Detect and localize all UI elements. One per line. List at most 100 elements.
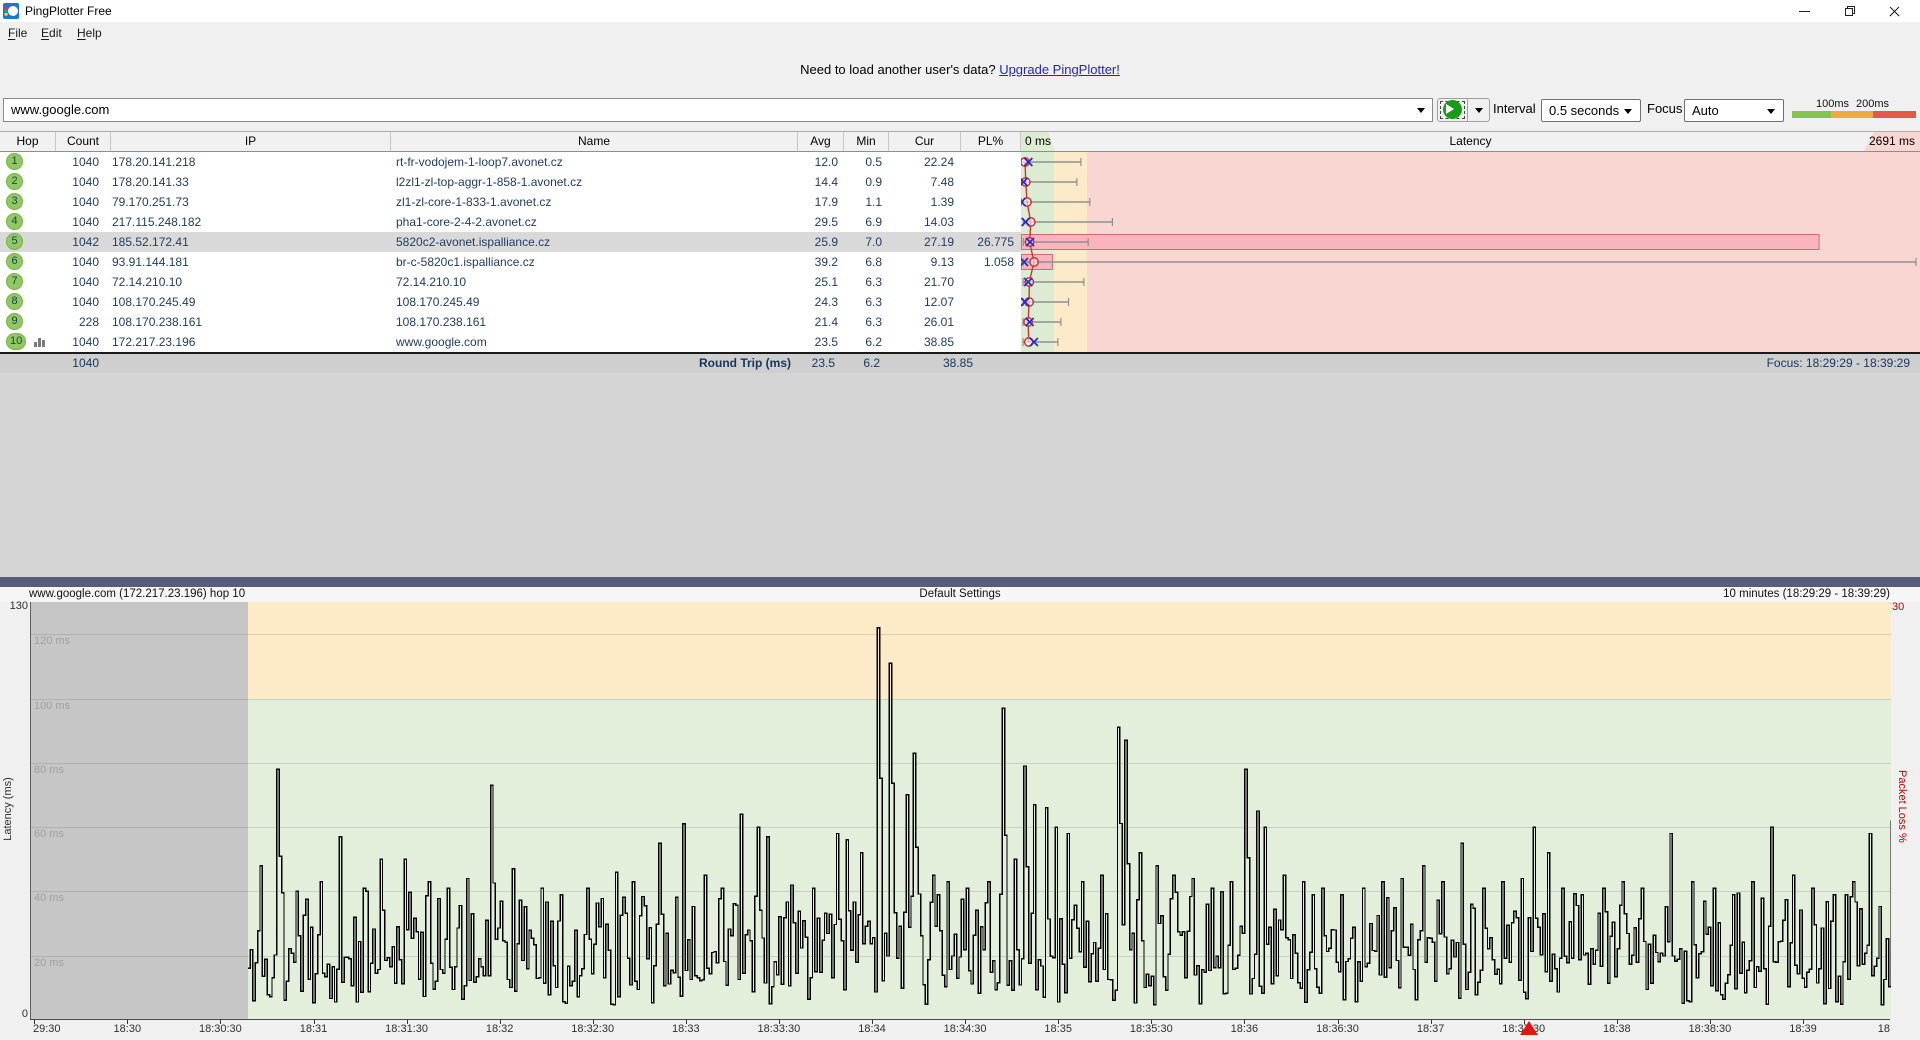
focus-marker-icon[interactable] — [1520, 1021, 1538, 1035]
column-header-name[interactable]: Name — [391, 132, 798, 151]
focus-combobox[interactable]: Auto — [1684, 99, 1784, 122]
focus-label: Focus — [1647, 101, 1682, 116]
y-axis-min-label: 0 — [0, 1008, 28, 1020]
timeline-header: www.google.com (172.217.23.196) hop 10 D… — [0, 587, 1920, 602]
time-label: 18:37 — [1417, 1023, 1445, 1035]
legend-amber-swatch — [1831, 111, 1873, 118]
hop-number-badge: 7 — [6, 273, 23, 290]
time-label: 18:32:30 — [571, 1023, 614, 1035]
time-label: 18:38 — [1603, 1023, 1631, 1035]
restore-button[interactable] — [1827, 0, 1872, 22]
app-logo-icon — [3, 3, 19, 19]
column-header-hop[interactable]: Hop — [0, 132, 56, 151]
timeline-target-label: www.google.com (172.217.23.196) hop 10 — [29, 587, 245, 602]
legend-200ms-label: 200ms — [1856, 98, 1889, 110]
interval-label: Interval — [1493, 101, 1536, 116]
summary-min: 6.2 — [842, 354, 880, 373]
time-label: 18:34:30 — [944, 1023, 987, 1035]
time-label: 18 — [1878, 1023, 1890, 1035]
interval-dropdown-icon — [1624, 109, 1632, 114]
gridline — [31, 891, 1891, 892]
average-marker-icon — [1024, 318, 1032, 326]
address-dropdown-icon[interactable] — [1417, 108, 1425, 113]
menu-help[interactable]: Help — [71, 22, 108, 45]
pane-splitter[interactable] — [0, 577, 1920, 587]
hop-number-badge: 10 — [6, 333, 26, 350]
timeline-plot[interactable]: 120 ms100 ms80 ms60 ms40 ms20 ms — [30, 602, 1890, 1020]
window-title: PingPlotter Free — [25, 0, 112, 22]
gridline-label: 80 ms — [34, 764, 64, 776]
packet-loss-bar — [1022, 235, 1820, 250]
target-address-combobox[interactable]: www.google.com — [3, 98, 1433, 122]
time-label: 18:31:30 — [385, 1023, 428, 1035]
y-axis-title: Latency (ms) — [2, 774, 14, 844]
gridline-label: 40 ms — [34, 892, 64, 904]
hop-number-badge: 4 — [6, 213, 23, 230]
summary-count: 1040 — [56, 354, 99, 373]
menu-file[interactable]: File — [2, 22, 33, 45]
gridline — [31, 827, 1891, 828]
upgrade-link[interactable]: Upgrade PingPlotter! — [999, 62, 1120, 77]
time-label: 18:39 — [1789, 1023, 1817, 1035]
time-label: 18:30:30 — [199, 1023, 242, 1035]
time-axis: 29:3018:3018:30:3018:3118:31:3018:3218:3… — [0, 1020, 1920, 1040]
trace-control-split-button — [1437, 98, 1490, 122]
latency-color-legend — [1792, 111, 1916, 118]
column-header-cur[interactable]: Cur — [889, 132, 961, 151]
menu-edit[interactable]: Edit — [35, 22, 68, 45]
timeline-window-label: 10 minutes (18:29:29 - 18:39:29) — [1723, 587, 1890, 602]
round-trip-label: Round Trip (ms) — [640, 354, 791, 373]
column-header-count[interactable]: Count — [56, 132, 111, 151]
time-label: 18:38:30 — [1688, 1023, 1731, 1035]
upgrade-banner-text: Need to load another user's data? — [800, 62, 999, 77]
chevron-down-icon — [1475, 108, 1483, 113]
focus-range-label: Focus: 18:29:29 - 18:39:29 — [1610, 354, 1910, 373]
latency-step-line — [248, 628, 1891, 1005]
time-label: 18:31 — [300, 1023, 328, 1035]
hop-number-badge: 1 — [6, 153, 23, 170]
time-label: 18:33:30 — [757, 1023, 800, 1035]
gridline — [31, 634, 1891, 635]
time-label: 18:36 — [1231, 1023, 1259, 1035]
trace-table-header: Hop Count IP Name Avg Min Cur PL% 0 ms L… — [0, 131, 1920, 152]
time-label: 18:32 — [486, 1023, 514, 1035]
upgrade-banner: Need to load another user's data? Upgrad… — [0, 62, 1920, 80]
start-trace-button[interactable] — [1438, 99, 1468, 121]
minimize-button[interactable] — [1782, 0, 1827, 22]
latency-column-title: Latency — [1021, 132, 1920, 151]
column-header-avg[interactable]: Avg — [798, 132, 844, 151]
hop-number-badge: 6 — [6, 253, 23, 270]
latency-scale-max-label: 2691 ms — [1869, 132, 1915, 151]
trace-options-dropdown[interactable] — [1469, 99, 1490, 121]
interval-value: 0.5 seconds — [1549, 103, 1619, 118]
legend-red-swatch — [1873, 111, 1916, 118]
round-trip-summary-row: 1040 Round Trip (ms) 23.5 6.2 38.85 Focu… — [0, 352, 1920, 373]
time-label: 18:35 — [1044, 1023, 1072, 1035]
average-marker-icon — [1030, 258, 1038, 266]
gridline-label: 20 ms — [34, 957, 64, 969]
time-label: 18:36:30 — [1316, 1023, 1359, 1035]
play-triangle-icon — [1446, 104, 1454, 114]
interval-combobox[interactable]: 0.5 seconds — [1541, 99, 1641, 122]
summary-avg: 23.5 — [795, 354, 835, 373]
focused-hop-chart-icon — [34, 337, 47, 347]
latency-timeline-series — [31, 602, 1891, 1020]
empty-panel — [0, 373, 1920, 577]
time-label: 18:34 — [858, 1023, 886, 1035]
time-label: 18:35:30 — [1130, 1023, 1173, 1035]
column-header-pl[interactable]: PL% — [961, 132, 1021, 151]
hop-number-badge: 3 — [6, 193, 23, 210]
column-header-min[interactable]: Min — [844, 132, 889, 151]
close-button[interactable] — [1872, 0, 1917, 22]
hop-number-badge: 9 — [6, 313, 23, 330]
hop-number-badge: 8 — [6, 293, 23, 310]
gridline — [31, 763, 1891, 764]
hop-number-badge: 5 — [6, 233, 23, 250]
column-header-ip[interactable]: IP — [111, 132, 391, 151]
packet-loss-axis-title: Packet Loss % — [1896, 770, 1908, 843]
gridline — [31, 956, 1891, 957]
gridline — [31, 699, 1891, 700]
restore-icon-front — [1845, 8, 1853, 16]
time-label: 29:30 — [33, 1023, 61, 1035]
average-latency-polyline — [1025, 162, 1034, 342]
